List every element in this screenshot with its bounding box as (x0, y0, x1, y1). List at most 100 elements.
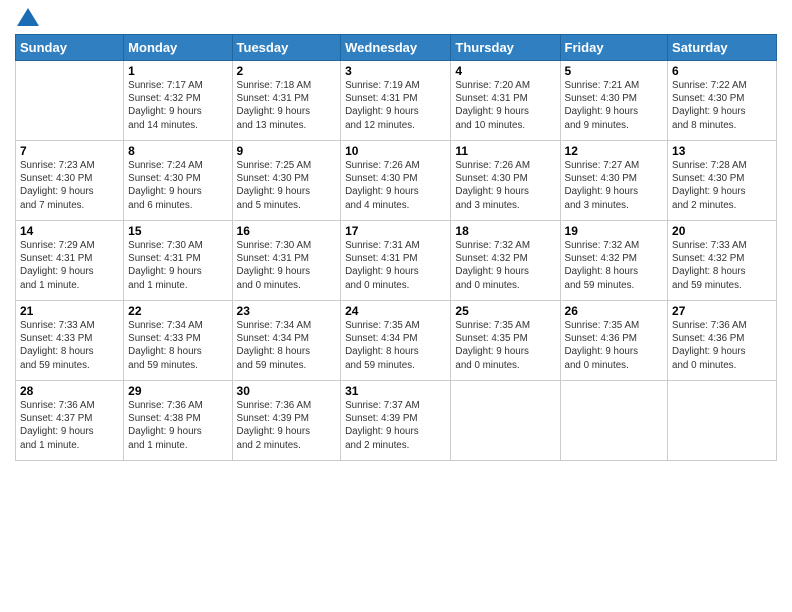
day-cell-23: 23Sunrise: 7:34 AM Sunset: 4:34 PM Dayli… (232, 301, 341, 381)
day-number: 30 (237, 384, 337, 398)
main-container: SundayMondayTuesdayWednesdayThursdayFrid… (0, 0, 792, 471)
day-number: 27 (672, 304, 772, 318)
day-number: 3 (345, 64, 446, 78)
day-number: 7 (20, 144, 119, 158)
day-info: Sunrise: 7:35 AM Sunset: 4:35 PM Dayligh… (455, 319, 555, 372)
day-info: Sunrise: 7:33 AM Sunset: 4:32 PM Dayligh… (672, 239, 772, 292)
day-info: Sunrise: 7:37 AM Sunset: 4:39 PM Dayligh… (345, 399, 446, 452)
day-info: Sunrise: 7:20 AM Sunset: 4:31 PM Dayligh… (455, 79, 555, 132)
day-cell-24: 24Sunrise: 7:35 AM Sunset: 4:34 PM Dayli… (341, 301, 451, 381)
day-info: Sunrise: 7:28 AM Sunset: 4:30 PM Dayligh… (672, 159, 772, 212)
day-info: Sunrise: 7:36 AM Sunset: 4:39 PM Dayligh… (237, 399, 337, 452)
day-number: 25 (455, 304, 555, 318)
day-cell-8: 8Sunrise: 7:24 AM Sunset: 4:30 PM Daylig… (124, 141, 232, 221)
day-number: 10 (345, 144, 446, 158)
day-info: Sunrise: 7:29 AM Sunset: 4:31 PM Dayligh… (20, 239, 119, 292)
day-cell-18: 18Sunrise: 7:32 AM Sunset: 4:32 PM Dayli… (451, 221, 560, 301)
day-cell-27: 27Sunrise: 7:36 AM Sunset: 4:36 PM Dayli… (668, 301, 777, 381)
day-info: Sunrise: 7:21 AM Sunset: 4:30 PM Dayligh… (565, 79, 664, 132)
day-cell-3: 3Sunrise: 7:19 AM Sunset: 4:31 PM Daylig… (341, 61, 451, 141)
day-cell-7: 7Sunrise: 7:23 AM Sunset: 4:30 PM Daylig… (16, 141, 124, 221)
day-cell-12: 12Sunrise: 7:27 AM Sunset: 4:30 PM Dayli… (560, 141, 668, 221)
day-number: 26 (565, 304, 664, 318)
day-info: Sunrise: 7:18 AM Sunset: 4:31 PM Dayligh… (237, 79, 337, 132)
week-row-1: 1Sunrise: 7:17 AM Sunset: 4:32 PM Daylig… (16, 61, 777, 141)
week-row-5: 28Sunrise: 7:36 AM Sunset: 4:37 PM Dayli… (16, 381, 777, 461)
day-info: Sunrise: 7:17 AM Sunset: 4:32 PM Dayligh… (128, 79, 227, 132)
day-number: 21 (20, 304, 119, 318)
day-info: Sunrise: 7:25 AM Sunset: 4:30 PM Dayligh… (237, 159, 337, 212)
logo-icon (17, 8, 39, 26)
day-info: Sunrise: 7:35 AM Sunset: 4:36 PM Dayligh… (565, 319, 664, 372)
day-cell-25: 25Sunrise: 7:35 AM Sunset: 4:35 PM Dayli… (451, 301, 560, 381)
col-header-monday: Monday (124, 35, 232, 61)
week-row-3: 14Sunrise: 7:29 AM Sunset: 4:31 PM Dayli… (16, 221, 777, 301)
day-number: 17 (345, 224, 446, 238)
day-info: Sunrise: 7:36 AM Sunset: 4:38 PM Dayligh… (128, 399, 227, 452)
day-cell-29: 29Sunrise: 7:36 AM Sunset: 4:38 PM Dayli… (124, 381, 232, 461)
day-number: 16 (237, 224, 337, 238)
day-cell-22: 22Sunrise: 7:34 AM Sunset: 4:33 PM Dayli… (124, 301, 232, 381)
day-info: Sunrise: 7:36 AM Sunset: 4:36 PM Dayligh… (672, 319, 772, 372)
day-info: Sunrise: 7:30 AM Sunset: 4:31 PM Dayligh… (128, 239, 227, 292)
col-header-sunday: Sunday (16, 35, 124, 61)
day-info: Sunrise: 7:30 AM Sunset: 4:31 PM Dayligh… (237, 239, 337, 292)
day-number: 14 (20, 224, 119, 238)
day-cell-6: 6Sunrise: 7:22 AM Sunset: 4:30 PM Daylig… (668, 61, 777, 141)
day-cell-9: 9Sunrise: 7:25 AM Sunset: 4:30 PM Daylig… (232, 141, 341, 221)
day-cell-19: 19Sunrise: 7:32 AM Sunset: 4:32 PM Dayli… (560, 221, 668, 301)
day-cell-17: 17Sunrise: 7:31 AM Sunset: 4:31 PM Dayli… (341, 221, 451, 301)
day-info: Sunrise: 7:35 AM Sunset: 4:34 PM Dayligh… (345, 319, 446, 372)
day-cell-21: 21Sunrise: 7:33 AM Sunset: 4:33 PM Dayli… (16, 301, 124, 381)
day-cell-26: 26Sunrise: 7:35 AM Sunset: 4:36 PM Dayli… (560, 301, 668, 381)
col-header-saturday: Saturday (668, 35, 777, 61)
header (15, 10, 777, 26)
day-cell-15: 15Sunrise: 7:30 AM Sunset: 4:31 PM Dayli… (124, 221, 232, 301)
day-cell-30: 30Sunrise: 7:36 AM Sunset: 4:39 PM Dayli… (232, 381, 341, 461)
day-number: 15 (128, 224, 227, 238)
day-info: Sunrise: 7:36 AM Sunset: 4:37 PM Dayligh… (20, 399, 119, 452)
day-number: 11 (455, 144, 555, 158)
day-number: 28 (20, 384, 119, 398)
day-cell-20: 20Sunrise: 7:33 AM Sunset: 4:32 PM Dayli… (668, 221, 777, 301)
day-number: 1 (128, 64, 227, 78)
day-cell-13: 13Sunrise: 7:28 AM Sunset: 4:30 PM Dayli… (668, 141, 777, 221)
day-number: 29 (128, 384, 227, 398)
day-info: Sunrise: 7:32 AM Sunset: 4:32 PM Dayligh… (565, 239, 664, 292)
day-info: Sunrise: 7:26 AM Sunset: 4:30 PM Dayligh… (455, 159, 555, 212)
day-number: 4 (455, 64, 555, 78)
day-cell-5: 5Sunrise: 7:21 AM Sunset: 4:30 PM Daylig… (560, 61, 668, 141)
day-number: 12 (565, 144, 664, 158)
day-number: 13 (672, 144, 772, 158)
day-info: Sunrise: 7:24 AM Sunset: 4:30 PM Dayligh… (128, 159, 227, 212)
day-number: 6 (672, 64, 772, 78)
day-number: 5 (565, 64, 664, 78)
day-cell-4: 4Sunrise: 7:20 AM Sunset: 4:31 PM Daylig… (451, 61, 560, 141)
day-info: Sunrise: 7:34 AM Sunset: 4:34 PM Dayligh… (237, 319, 337, 372)
day-number: 22 (128, 304, 227, 318)
empty-cell (668, 381, 777, 461)
empty-cell (560, 381, 668, 461)
calendar-table: SundayMondayTuesdayWednesdayThursdayFrid… (15, 34, 777, 461)
col-header-friday: Friday (560, 35, 668, 61)
day-info: Sunrise: 7:34 AM Sunset: 4:33 PM Dayligh… (128, 319, 227, 372)
day-number: 31 (345, 384, 446, 398)
day-number: 9 (237, 144, 337, 158)
day-cell-28: 28Sunrise: 7:36 AM Sunset: 4:37 PM Dayli… (16, 381, 124, 461)
day-info: Sunrise: 7:33 AM Sunset: 4:33 PM Dayligh… (20, 319, 119, 372)
week-row-2: 7Sunrise: 7:23 AM Sunset: 4:30 PM Daylig… (16, 141, 777, 221)
day-cell-16: 16Sunrise: 7:30 AM Sunset: 4:31 PM Dayli… (232, 221, 341, 301)
day-info: Sunrise: 7:32 AM Sunset: 4:32 PM Dayligh… (455, 239, 555, 292)
day-cell-31: 31Sunrise: 7:37 AM Sunset: 4:39 PM Dayli… (341, 381, 451, 461)
day-cell-10: 10Sunrise: 7:26 AM Sunset: 4:30 PM Dayli… (341, 141, 451, 221)
day-cell-14: 14Sunrise: 7:29 AM Sunset: 4:31 PM Dayli… (16, 221, 124, 301)
day-cell-11: 11Sunrise: 7:26 AM Sunset: 4:30 PM Dayli… (451, 141, 560, 221)
day-number: 19 (565, 224, 664, 238)
empty-cell (16, 61, 124, 141)
day-info: Sunrise: 7:26 AM Sunset: 4:30 PM Dayligh… (345, 159, 446, 212)
day-info: Sunrise: 7:31 AM Sunset: 4:31 PM Dayligh… (345, 239, 446, 292)
empty-cell (451, 381, 560, 461)
day-number: 24 (345, 304, 446, 318)
day-cell-2: 2Sunrise: 7:18 AM Sunset: 4:31 PM Daylig… (232, 61, 341, 141)
week-row-4: 21Sunrise: 7:33 AM Sunset: 4:33 PM Dayli… (16, 301, 777, 381)
